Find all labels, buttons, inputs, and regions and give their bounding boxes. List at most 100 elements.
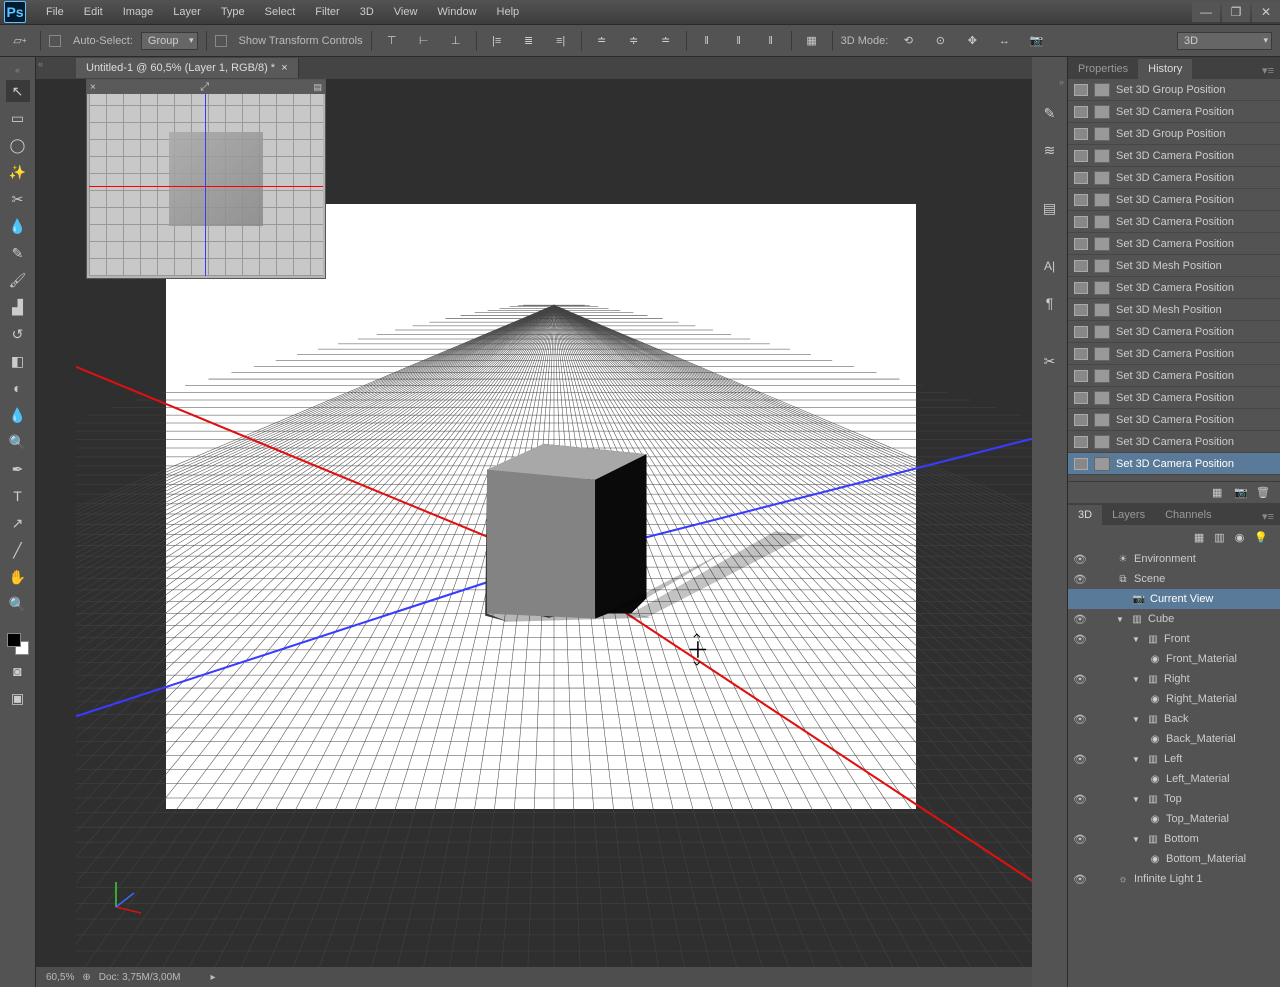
filter-mesh-icon[interactable]: ▥ (1214, 531, 1224, 544)
hand-tool[interactable]: ✋ (6, 566, 30, 588)
panel-menu-icon[interactable]: ▾≡ (1256, 508, 1280, 525)
align-left-icon[interactable]: |≡ (485, 31, 509, 51)
align-vcenter-icon[interactable]: ⊢ (412, 31, 436, 51)
history-item[interactable]: Set 3D Camera Position (1068, 101, 1280, 123)
swap-icon[interactable]: ⤢ (200, 81, 209, 94)
pen-tool[interactable]: ✒ (6, 458, 30, 480)
history-item[interactable]: Set 3D Group Position (1068, 79, 1280, 101)
history-item[interactable]: Set 3D Camera Position (1068, 453, 1280, 475)
styles-icon[interactable]: ≋ (1038, 139, 1062, 161)
history-item[interactable]: Set 3D Camera Position (1068, 277, 1280, 299)
blur-tool[interactable]: 💧 (6, 404, 30, 426)
dodge-tool[interactable]: 🔍 (6, 431, 30, 453)
marquee-tool[interactable]: ▭ (6, 107, 30, 129)
scene-material[interactable]: ◉Left_Material (1068, 769, 1280, 789)
scene-root[interactable]: 👁⧉Scene (1068, 569, 1280, 589)
lasso-tool[interactable]: ◯ (6, 134, 30, 156)
scene-current-view[interactable]: 📷Current View (1068, 589, 1280, 609)
paragraph-icon[interactable]: ¶ (1038, 292, 1062, 314)
roll-icon[interactable]: ⊙ (928, 31, 952, 51)
scene-face[interactable]: 👁▼▥Back (1068, 709, 1280, 729)
menu-filter[interactable]: Filter (305, 2, 349, 22)
move-tool-indicator[interactable]: ▱+ (8, 31, 32, 51)
history-item[interactable]: Set 3D Camera Position (1068, 431, 1280, 453)
scene-material[interactable]: ◉Top_Material (1068, 809, 1280, 829)
history-item[interactable]: Set 3D Group Position (1068, 123, 1280, 145)
align-hcenter-icon[interactable]: ≣ (517, 31, 541, 51)
filter-scene-icon[interactable]: ▦ (1194, 531, 1204, 544)
scene-face[interactable]: 👁▼▥Right (1068, 669, 1280, 689)
menu-type[interactable]: Type (211, 2, 255, 22)
stamp-tool[interactable]: ▟ (6, 296, 30, 318)
distribute-vcenter-icon[interactable]: ≑ (622, 31, 646, 51)
transform-checkbox[interactable] (215, 35, 227, 47)
workspace-dropdown[interactable]: 3D (1177, 32, 1272, 50)
tools-icon[interactable]: ✂ (1038, 350, 1062, 372)
crop-tool[interactable]: ✂ (6, 188, 30, 210)
distribute-right-icon[interactable]: ‖ (759, 31, 783, 51)
history-item[interactable]: Set 3D Camera Position (1068, 343, 1280, 365)
scene-face[interactable]: 👁▼▥Left (1068, 749, 1280, 769)
tab-layers[interactable]: Layers (1102, 505, 1155, 525)
pan-icon[interactable]: ✥ (960, 31, 984, 51)
history-item[interactable]: Set 3D Camera Position (1068, 167, 1280, 189)
scene-environment[interactable]: 👁☀Environment (1068, 549, 1280, 569)
align-right-icon[interactable]: ≡| (549, 31, 573, 51)
character-icon[interactable]: A| (1038, 255, 1062, 277)
auto-select-checkbox[interactable] (49, 35, 61, 47)
auto-select-dropdown[interactable]: Group (141, 32, 198, 50)
panel-menu-icon[interactable]: ▾≡ (1256, 62, 1280, 79)
tab-3d[interactable]: 3D (1068, 505, 1102, 525)
menu-icon[interactable]: ▤ (313, 82, 322, 93)
menu-select[interactable]: Select (255, 2, 306, 22)
menu-edit[interactable]: Edit (74, 2, 113, 22)
menu-3d[interactable]: 3D (350, 2, 384, 22)
scene-material[interactable]: ◉Bottom_Material (1068, 849, 1280, 869)
tab-history[interactable]: History (1138, 59, 1192, 79)
viewport[interactable]: × ⤢ ▤ (36, 79, 1032, 967)
path-tool[interactable]: ↗ (6, 512, 30, 534)
history-item[interactable]: Set 3D Mesh Position (1068, 299, 1280, 321)
scene-face[interactable]: 👁▼▥Bottom (1068, 829, 1280, 849)
history-panel[interactable]: Set 3D Group PositionSet 3D Camera Posit… (1068, 79, 1280, 481)
history-item[interactable]: Set 3D Camera Position (1068, 145, 1280, 167)
scene-material[interactable]: ◉Back_Material (1068, 729, 1280, 749)
heal-tool[interactable]: ✎ (6, 242, 30, 264)
history-item[interactable]: Set 3D Camera Position (1068, 189, 1280, 211)
distribute-hcenter-icon[interactable]: ‖ (727, 31, 751, 51)
distribute-bottom-icon[interactable]: ≐ (654, 31, 678, 51)
scene-face[interactable]: 👁▼▥Front (1068, 629, 1280, 649)
tab-properties[interactable]: Properties (1068, 59, 1138, 79)
history-item[interactable]: Set 3D Camera Position (1068, 365, 1280, 387)
screenmode-tool[interactable]: ▣ (6, 687, 30, 709)
align-bottom-icon[interactable]: ⊥ (444, 31, 468, 51)
brush-tool[interactable]: 🖌 (6, 269, 30, 291)
zoom-tool[interactable]: 🔍 (6, 593, 30, 615)
zoom-level[interactable]: 60,5% (46, 972, 74, 983)
quickmask-tool[interactable]: ◙ (6, 660, 30, 682)
minimize-button[interactable]: — (1192, 2, 1220, 22)
scene-material[interactable]: ◉Right_Material (1068, 689, 1280, 709)
move-tool[interactable]: ↖ (6, 80, 30, 102)
slide-icon[interactable]: ↔ (992, 31, 1016, 51)
filter-light-icon[interactable]: 💡 (1254, 531, 1268, 544)
type-tool[interactable]: T (6, 485, 30, 507)
filter-material-icon[interactable]: ◉ (1235, 531, 1245, 544)
history-item[interactable]: Set 3D Camera Position (1068, 211, 1280, 233)
close-icon[interactable]: × (90, 82, 96, 93)
scene-material[interactable]: ◉Front_Material (1068, 649, 1280, 669)
menu-layer[interactable]: Layer (163, 2, 211, 22)
secondary-view-panel[interactable]: × ⤢ ▤ (86, 79, 326, 279)
history-item[interactable]: Set 3D Camera Position (1068, 409, 1280, 431)
delete-state-icon[interactable]: 🗑 (1256, 486, 1270, 500)
snapshot-icon[interactable]: 📷 (1234, 486, 1248, 500)
close-button[interactable]: ✕ (1252, 2, 1280, 22)
eyedropper-tool[interactable]: 💧 (6, 215, 30, 237)
eraser-tool[interactable]: ◧ (6, 350, 30, 372)
tab-channels[interactable]: Channels (1155, 505, 1221, 525)
shape-tool[interactable]: ╱ (6, 539, 30, 561)
actions-icon[interactable]: ▤ (1038, 197, 1062, 219)
menu-help[interactable]: Help (487, 2, 530, 22)
menu-view[interactable]: View (384, 2, 428, 22)
menu-file[interactable]: File (36, 2, 74, 22)
